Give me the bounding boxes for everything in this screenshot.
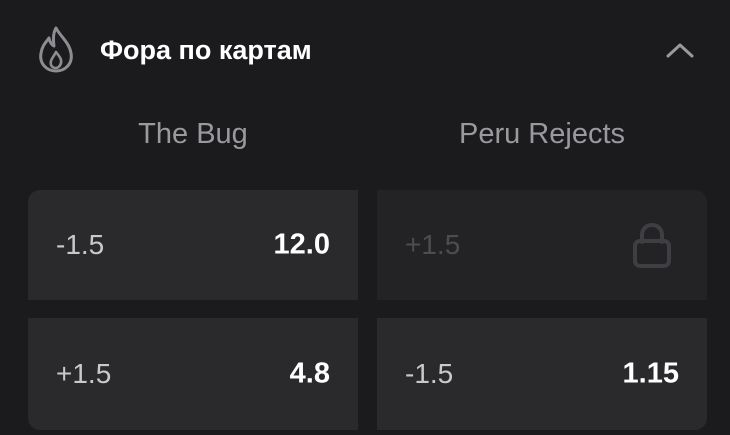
- odds-value: 12.0: [273, 228, 330, 261]
- market-header[interactable]: Фора по картам: [0, 0, 730, 100]
- odd-cell-the-bug-plus-1-5[interactable]: +1.5 4.8: [28, 318, 358, 430]
- odds-value: 4.8: [289, 357, 330, 390]
- collapse-button[interactable]: [656, 26, 704, 74]
- market-title: Фора по картам: [100, 35, 312, 65]
- chevron-up-icon: [666, 43, 694, 58]
- odds-value: 1.15: [622, 357, 679, 390]
- odd-cell-the-bug-minus-1-5[interactable]: -1.5 12.0: [28, 190, 358, 300]
- team-name-right: Peru Rejects: [458, 118, 625, 150]
- handicap-value: -1.5: [405, 358, 454, 389]
- team-name-left: The Bug: [138, 118, 248, 150]
- lock-icon: [633, 222, 671, 268]
- fire-icon: [39, 26, 73, 73]
- odd-cell-peru-rejects-plus-1-5-locked: +1.5: [377, 190, 707, 300]
- handicap-value: -1.5: [56, 229, 105, 260]
- odd-cell-peru-rejects-minus-1-5[interactable]: -1.5 1.15: [377, 318, 707, 430]
- handicap-value: +1.5: [56, 358, 112, 389]
- handicap-value: +1.5: [405, 229, 461, 260]
